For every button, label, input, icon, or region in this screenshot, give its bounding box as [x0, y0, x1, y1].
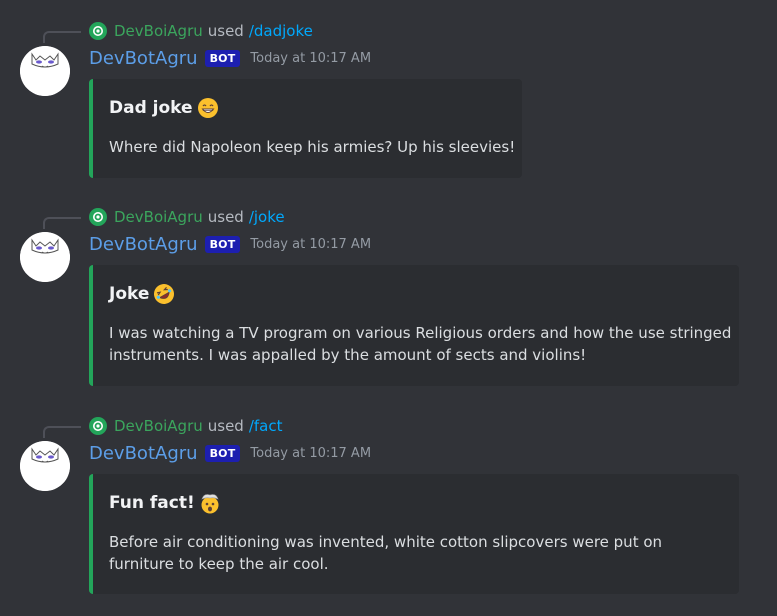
message-fact: DevBoiAgru used /fact DevBotAgru BOT Tod… [0, 414, 777, 599]
message-header: DevBotAgru BOT Today at 10:17 AM [89, 45, 371, 71]
reply-spine [43, 31, 81, 43]
embed-description: I was watching a TV program on various R… [109, 322, 731, 366]
command-reply[interactable]: DevBoiAgru used /joke [89, 205, 285, 229]
embed-title-text: Joke [109, 284, 150, 304]
message-joke: DevBoiAgru used /joke DevBotAgru BOT Tod… [0, 205, 777, 390]
reply-spine [43, 426, 81, 438]
invoker-name[interactable]: DevBoiAgru [114, 417, 203, 435]
embed-title-text: Fun fact! [109, 493, 195, 513]
command-name[interactable]: /dadjoke [249, 22, 313, 40]
message-header: DevBotAgru BOT Today at 10:17 AM [89, 231, 371, 257]
timestamp[interactable]: Today at 10:17 AM [250, 237, 371, 252]
bot-tag: BOT [204, 235, 241, 253]
embed-line: instruments. I was appalled by the amoun… [109, 346, 587, 364]
embed: Fun fact! Before air conditioning was in… [89, 474, 739, 594]
avatar[interactable] [20, 46, 70, 96]
app-command-icon [89, 417, 107, 435]
avatar[interactable] [20, 232, 70, 282]
embed-title: Joke [109, 283, 175, 305]
rolling-laughing-icon [153, 283, 175, 305]
command-name[interactable]: /joke [249, 208, 285, 226]
command-name[interactable]: /fact [249, 417, 283, 435]
author-name[interactable]: DevBotAgru [89, 443, 198, 464]
bot-tag: BOT [204, 444, 241, 462]
embed-line: Before air conditioning was invented, wh… [109, 533, 663, 551]
command-reply[interactable]: DevBoiAgru used /dadjoke [89, 19, 313, 43]
app-command-icon [89, 208, 107, 226]
used-label: used [207, 417, 244, 435]
grinning-face-icon [197, 97, 219, 119]
app-command-icon [89, 22, 107, 40]
author-name[interactable]: DevBotAgru [89, 234, 198, 255]
message-header: DevBotAgru BOT Today at 10:17 AM [89, 440, 371, 466]
used-label: used [207, 208, 244, 226]
embed-line: I was watching a TV program on various R… [109, 324, 732, 342]
bot-tag: BOT [204, 49, 241, 67]
embed-description: Where did Napoleon keep his armies? Up h… [109, 136, 515, 158]
reply-spine [43, 217, 81, 229]
command-reply[interactable]: DevBoiAgru used /fact [89, 414, 282, 438]
message-dadjoke: DevBoiAgru used /dadjoke DevBotAgru BOT … [0, 19, 777, 181]
embed-line: Where did Napoleon keep his armies? Up h… [109, 138, 516, 156]
avatar[interactable] [20, 441, 70, 491]
exploding-head-icon [199, 492, 221, 514]
timestamp[interactable]: Today at 10:17 AM [250, 51, 371, 66]
embed: Dad joke Where did Napoleon keep his arm… [89, 79, 522, 178]
embed-title: Fun fact! [109, 492, 221, 514]
invoker-name[interactable]: DevBoiAgru [114, 208, 203, 226]
embed-line: furniture to keep the air cool. [109, 555, 329, 573]
invoker-name[interactable]: DevBoiAgru [114, 22, 203, 40]
embed-title: Dad joke [109, 97, 219, 119]
embed-title-text: Dad joke [109, 98, 193, 118]
embed-description: Before air conditioning was invented, wh… [109, 531, 662, 575]
timestamp[interactable]: Today at 10:17 AM [250, 446, 371, 461]
used-label: used [207, 22, 244, 40]
embed: Joke I was watching a TV program on vari… [89, 265, 739, 386]
author-name[interactable]: DevBotAgru [89, 48, 198, 69]
